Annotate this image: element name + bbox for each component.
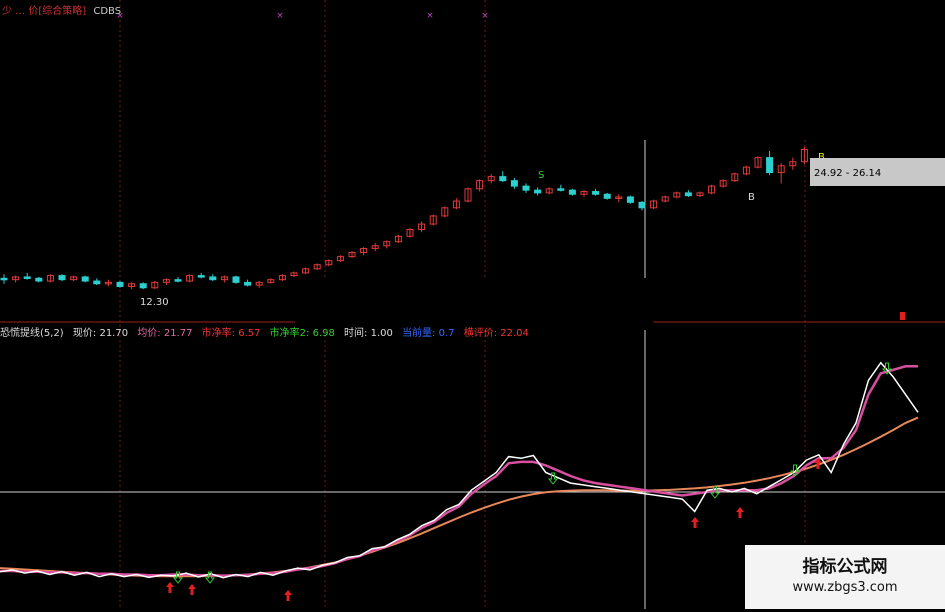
indicator-item: 时间: 1.00 <box>344 328 393 339</box>
candle-body <box>197 275 205 278</box>
candle-body <box>766 157 774 174</box>
candle-body <box>93 280 101 285</box>
candle-body <box>534 189 542 194</box>
sell-signal-label: S <box>538 170 544 181</box>
edge-marker <box>900 312 905 320</box>
candle-body <box>35 277 43 282</box>
range-box: 24.92 - 26.14 <box>810 158 945 186</box>
indicator-name: 恐慌提线(5,2) <box>0 328 64 339</box>
low-price-label: 12.30 <box>140 297 169 308</box>
candle-body <box>58 275 66 281</box>
top-marker: × <box>426 11 434 21</box>
main-header: 少 … 价[综合策略] CDBS <box>2 2 122 17</box>
candle-body <box>0 277 8 281</box>
candle-body <box>638 201 646 209</box>
indicator-item: 当前量: 0.7 <box>402 328 455 339</box>
buy-signal-label: B <box>748 192 755 203</box>
candle-body <box>116 281 124 287</box>
stock-chart-window: ×××××SBB 少 … 价[综合策略] CDBS 12.30 24.92 - … <box>0 0 945 609</box>
candle-body <box>209 276 217 281</box>
main-title: 少 … 价[综合策略] <box>2 6 87 17</box>
candle-body <box>557 188 565 191</box>
candle-body <box>232 276 240 283</box>
candle-body <box>23 276 31 279</box>
indicator-header: 恐慌提线(5,2) 现价: 21.70 均价: 21.77 市净率: 6.57 … <box>0 324 535 339</box>
top-marker: × <box>481 11 489 21</box>
candle-body <box>174 279 182 282</box>
buy-arrow-icon <box>284 590 292 601</box>
candle-body <box>603 193 611 199</box>
candle-body <box>568 189 576 195</box>
candle-body <box>244 281 252 286</box>
buy-arrow-icon <box>691 517 699 528</box>
candle-body <box>684 192 692 197</box>
top-marker: × <box>276 11 284 21</box>
watermark-url: www.zbgs3.com <box>792 580 898 595</box>
stock-code: CDBS <box>93 6 122 17</box>
candle-body <box>592 191 600 195</box>
site-watermark: 指标公式网 www.zbgs3.com <box>745 545 945 609</box>
indicator-item: 现价: 21.70 <box>72 328 129 339</box>
candle-body <box>626 196 634 203</box>
candle-body <box>510 180 518 187</box>
candle-body <box>499 176 507 182</box>
price-range-label: 24.92 - 26.14 <box>814 168 882 179</box>
indicator-item: 横评价: 22.04 <box>463 328 529 339</box>
candle-body <box>139 283 147 289</box>
indicator-item: 均价: 21.77 <box>137 328 193 339</box>
candle-body <box>81 276 89 282</box>
indicator-item: 市净率2: 6.98 <box>269 328 335 339</box>
candle-body <box>522 185 530 191</box>
redacted-area <box>535 0 945 140</box>
buy-arrow-icon <box>188 584 196 595</box>
buy-arrow-icon <box>166 582 174 593</box>
redacted-area <box>295 278 653 330</box>
watermark-title: 指标公式网 <box>802 557 888 577</box>
indicator-item: 市净率: 6.57 <box>201 328 261 339</box>
buy-arrow-icon <box>736 507 744 518</box>
